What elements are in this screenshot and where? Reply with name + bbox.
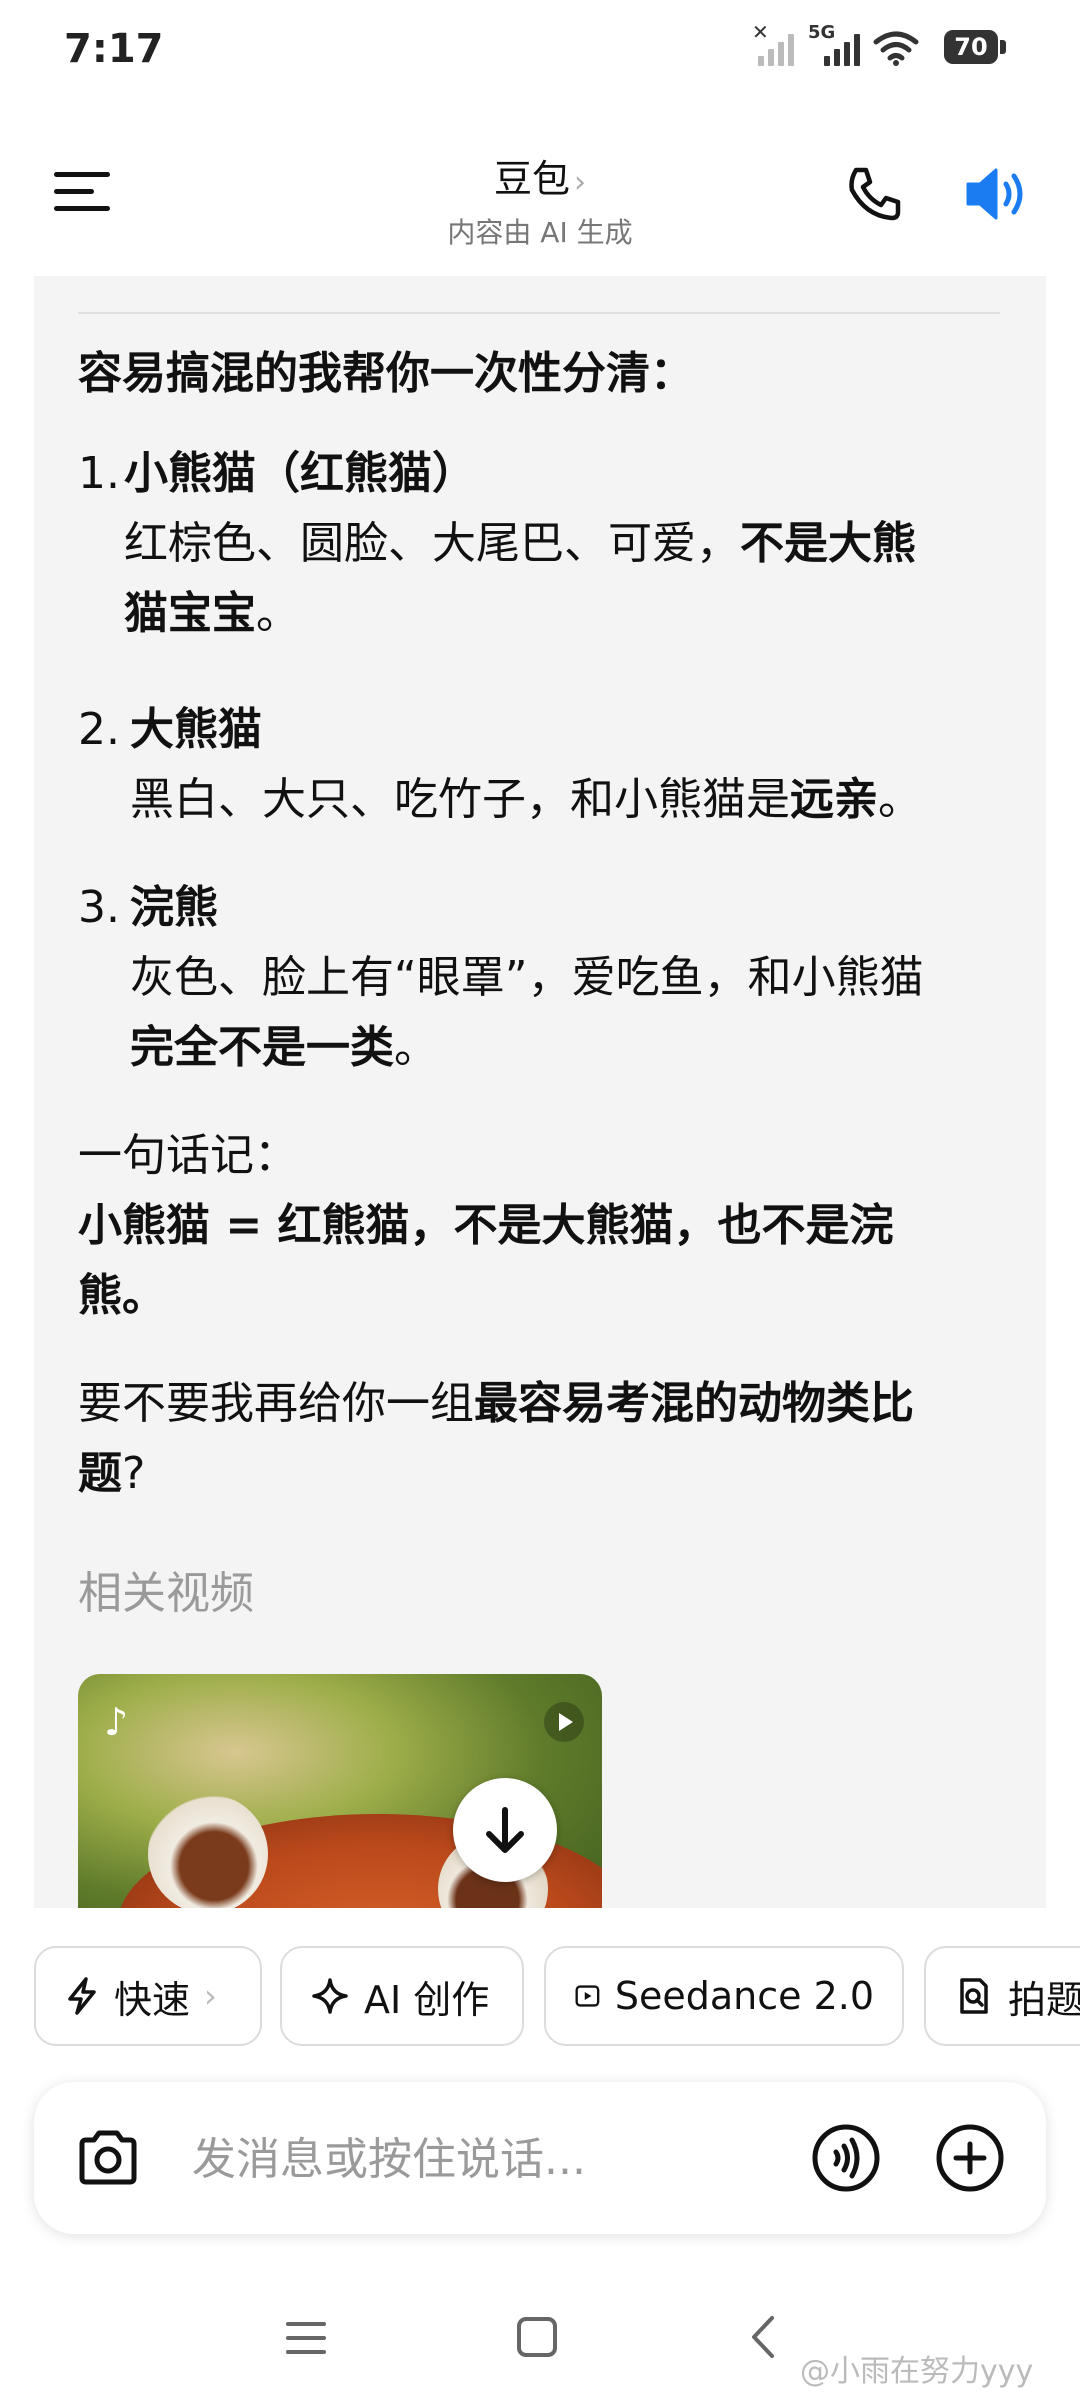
camera-icon[interactable] [74,2126,142,2190]
list-item-desc-3a: 灰色、脸上有“眼罩”，爱吃鱼，和小熊猫 [130,952,924,1003]
chat-title: 豆包 [493,157,570,201]
list-number-1: 1. [78,448,120,499]
chip-ai-create[interactable]: AI 创作 [280,1946,524,2046]
chip-fast-mode[interactable]: 快速 › [34,1946,262,2046]
chip-label: 快速 [114,1977,191,2022]
photo-search-icon [960,1978,988,2014]
chip-photo-question[interactable]: 拍题 [924,1946,1080,2046]
message-input-bar [34,2082,1046,2234]
list-number-3: 3. [78,882,120,933]
summary-label: 一句话记： [78,1130,298,1181]
status-time: 7:17 [64,26,164,72]
list-number-2: 2. [78,704,120,755]
arrow-down-icon [486,1807,524,1853]
list-item-desc-3b: 完全不是一类。 [130,1022,438,1073]
chat-title-area[interactable]: 豆包 › 内容由 AI 生成 [340,148,740,251]
battery-indicator: 70 [944,30,1006,64]
chip-label: Seedance 2.0 [614,1974,874,2018]
scroll-to-bottom-button[interactable] [453,1778,557,1882]
speaker-icon[interactable] [962,162,1032,226]
tiktok-logo-icon: ♪ [104,1700,129,1744]
list-item-title-3: 浣熊 [130,882,218,933]
lightning-icon [68,1977,96,2015]
play-icon[interactable] [544,1702,584,1742]
list-item-desc-1a: 红棕色、圆脸、大尾巴、可爱，不是大熊 [124,518,916,569]
followup-question-1: 要不要我再给你一组最容易考混的动物类比 [78,1378,914,1429]
title-chevron-icon: › [574,165,586,200]
menu-button[interactable] [54,172,114,212]
divider [78,312,1000,314]
list-item-title-2: 大熊猫 [130,704,262,755]
video-play-icon [575,1985,600,2007]
list-item-desc-1b: 猫宝宝。 [124,588,300,639]
summary-line-2: 熊。 [78,1270,166,1321]
chip-label: AI 创作 [364,1977,490,2022]
wifi-icon [873,31,919,66]
followup-question-2: 题? [78,1448,146,1499]
add-icon[interactable] [934,2122,1006,2194]
recent-apps-icon[interactable] [284,2316,328,2360]
ai-message-card: 容易搞混的我帮你一次性分清： 1. 小熊猫（红熊猫） 红棕色、圆脸、大尾巴、可爱… [34,276,1046,1908]
signal-sim1-icon: ✕ [752,20,796,66]
summary-line-1: 小熊猫 = 红熊猫，不是大熊猫，也不是浣 [78,1200,894,1251]
status-bar: 7:17 ✕ 5G 70 [0,0,1080,100]
phone-call-icon[interactable] [842,162,906,226]
sparkle-icon [312,1978,348,2014]
watermark: @小雨在努力yyy [800,2354,1034,2389]
list-item-desc-2: 黑白、大只、吃竹子，和小熊猫是远亲。 [130,774,922,825]
message-intro: 容易搞混的我帮你一次性分清： [78,348,694,399]
chip-seedance[interactable]: Seedance 2.0 [544,1946,904,2046]
voice-input-icon[interactable] [810,2122,882,2194]
chevron-right-icon: › [204,1977,217,2015]
signal-5g-icon: 5G [808,22,862,66]
message-input[interactable] [190,2126,794,2192]
chip-label: 拍题 [1008,1977,1080,2022]
ai-generated-note: 内容由 AI 生成 [447,216,633,249]
red-panda-ear [148,1794,268,1908]
network-type: 5G [808,22,836,43]
back-icon[interactable] [742,2312,786,2362]
list-item-title-1: 小熊猫（红熊猫） [124,448,476,499]
related-videos-label: 相关视频 [78,1568,254,1619]
home-icon[interactable] [514,2314,560,2360]
